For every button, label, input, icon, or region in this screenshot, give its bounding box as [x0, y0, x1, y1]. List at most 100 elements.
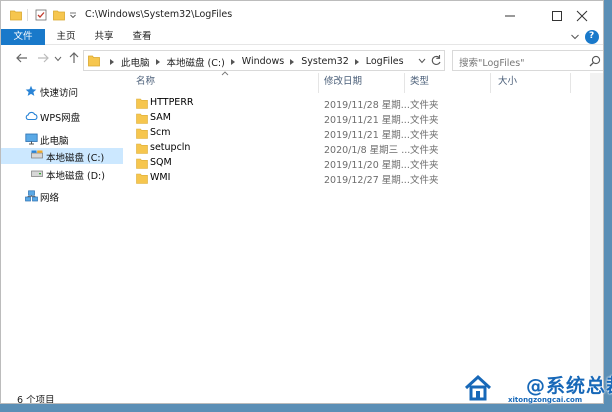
- table-row[interactable]: HTTPERR 2019/11/28 星期... 文件夹: [124, 96, 590, 111]
- file-type: 文件夹: [410, 160, 439, 171]
- file-type: 文件夹: [410, 175, 439, 186]
- sidebar-item-wps-cloud[interactable]: WPS网盘: [1, 108, 123, 124]
- folder-icon: [136, 158, 148, 169]
- navigation-pane: 快速访问 WPS网盘 此电脑 本地磁盘 (C:) 本地磁盘 (D:) 网络: [1, 73, 123, 389]
- folder-icon[interactable]: [10, 9, 22, 21]
- table-row[interactable]: Scm 2019/11/21 星期... 文件夹: [124, 126, 590, 141]
- watermark-text: @系统总裁: [526, 375, 612, 397]
- breadcrumb-item[interactable]: 本地磁盘 (C:): [167, 55, 225, 69]
- tab-home[interactable]: 主页: [51, 29, 81, 45]
- search-box[interactable]: 搜索"LogFiles": [452, 50, 603, 71]
- chevron-right-icon[interactable]: [230, 58, 235, 65]
- tab-share[interactable]: 共享: [89, 29, 119, 45]
- properties-icon[interactable]: [35, 9, 47, 21]
- column-header-size[interactable]: 大小: [498, 73, 517, 91]
- sidebar-item-quick-access[interactable]: 快速访问: [1, 83, 123, 99]
- breadcrumb-item[interactable]: 此电脑: [121, 55, 150, 69]
- logo-icon: [464, 374, 492, 401]
- watermark-url: xitongzongcai.com: [508, 396, 583, 404]
- chevron-right-icon[interactable]: [155, 58, 160, 65]
- sidebar-item-label: 快速访问: [40, 88, 79, 99]
- column-divider[interactable]: [318, 73, 319, 93]
- up-icon[interactable]: [67, 51, 81, 65]
- item-count: 6 个项目: [17, 395, 55, 404]
- breadcrumb-item[interactable]: System32: [301, 56, 349, 67]
- column-divider[interactable]: [570, 73, 571, 93]
- column-header-date[interactable]: 修改日期: [324, 73, 362, 91]
- file-list: 名称 修改日期 类型 大小 HTTPERR 2019/11/28 星期... 文…: [124, 71, 590, 389]
- navigation-bar: 此电脑 本地磁盘 (C:) Windows System32 LogFiles …: [1, 46, 603, 72]
- network-icon: [25, 190, 38, 202]
- new-folder-icon[interactable]: [53, 9, 65, 21]
- folder-icon: [88, 55, 100, 67]
- customize-toolbar-icon[interactable]: [69, 12, 77, 18]
- column-divider[interactable]: [490, 73, 491, 93]
- file-date: 2020/1/8 星期三 ...: [324, 145, 411, 156]
- file-name: WMI: [150, 172, 171, 183]
- explorer-window: C:\Windows\System32\LogFiles 文件 主页 共享 查看…: [0, 0, 604, 404]
- recent-locations-icon[interactable]: [54, 56, 62, 62]
- search-icon[interactable]: [589, 55, 601, 67]
- forward-icon[interactable]: [36, 51, 50, 65]
- close-button[interactable]: [559, 1, 603, 31]
- file-name: Scm: [150, 127, 171, 138]
- folder-icon: [136, 98, 148, 109]
- chevron-right-icon[interactable]: [290, 58, 295, 65]
- file-date: 2019/11/21 星期...: [324, 115, 410, 126]
- sidebar-item-label: WPS网盘: [40, 113, 81, 124]
- file-type: 文件夹: [410, 115, 439, 126]
- star-icon: [25, 85, 37, 96]
- table-row[interactable]: SAM 2019/11/21 星期... 文件夹: [124, 111, 590, 126]
- sidebar-item-drive-d[interactable]: 本地磁盘 (D:): [1, 166, 123, 182]
- table-row[interactable]: WMI 2019/12/27 星期... 文件夹: [124, 171, 590, 186]
- table-row[interactable]: SQM 2019/11/20 星期... 文件夹: [124, 156, 590, 171]
- ribbon-tabs: 文件 主页 共享 查看 ?: [1, 29, 603, 45]
- file-name: HTTPERR: [150, 97, 194, 108]
- sidebar-item-drive-c[interactable]: 本地磁盘 (C:): [1, 148, 123, 164]
- sidebar-item-label: 本地磁盘 (C:): [46, 153, 105, 164]
- tab-file[interactable]: 文件: [1, 29, 45, 45]
- expand-ribbon-icon[interactable]: [570, 33, 580, 41]
- cloud-icon: [25, 111, 38, 121]
- file-name: SAM: [150, 112, 171, 123]
- refresh-icon[interactable]: [430, 54, 442, 67]
- chevron-right-icon: [110, 58, 114, 65]
- chevron-right-icon[interactable]: [354, 58, 359, 65]
- breadcrumb-item[interactable]: Windows: [242, 56, 284, 67]
- back-icon[interactable]: [15, 51, 29, 65]
- drive-icon: [31, 150, 43, 159]
- file-type: 文件夹: [410, 100, 439, 111]
- file-type: 文件夹: [410, 130, 439, 141]
- sidebar-item-label: 本地磁盘 (D:): [46, 171, 105, 182]
- tab-view[interactable]: 查看: [127, 29, 157, 45]
- folder-icon: [136, 113, 148, 124]
- sidebar-item-network[interactable]: 网络: [1, 188, 123, 204]
- file-name: setupcln: [150, 142, 191, 153]
- address-bar[interactable]: 此电脑 本地磁盘 (C:) Windows System32 LogFiles: [83, 50, 445, 71]
- column-header-name[interactable]: 名称: [136, 73, 155, 91]
- computer-icon: [25, 133, 38, 145]
- sidebar-item-label: 此电脑: [40, 136, 69, 147]
- sort-ascending-icon: [221, 71, 229, 76]
- watermark: 头条 @系统总裁 xitongzongcai.com: [458, 368, 612, 412]
- minimize-button[interactable]: [487, 1, 533, 31]
- help-button[interactable]: ?: [585, 30, 599, 44]
- file-name: SQM: [150, 157, 172, 168]
- column-divider[interactable]: [404, 73, 405, 93]
- folder-icon: [136, 173, 148, 184]
- sidebar-item-this-pc[interactable]: 此电脑: [1, 131, 123, 147]
- help-icon: ?: [589, 31, 595, 41]
- chevron-down-icon[interactable]: [418, 58, 426, 64]
- breadcrumb-item[interactable]: LogFiles: [366, 56, 404, 67]
- file-type: 文件夹: [410, 145, 439, 156]
- close-icon: [576, 10, 588, 22]
- folder-icon: [136, 143, 148, 154]
- file-date: 2019/11/28 星期...: [324, 100, 410, 111]
- vertical-scrollbar[interactable]: [590, 73, 603, 389]
- file-date: 2019/11/20 星期...: [324, 160, 410, 171]
- column-header-type[interactable]: 类型: [410, 73, 429, 91]
- watermark-prefix: 头条: [502, 380, 527, 394]
- window-title: C:\Windows\System32\LogFiles: [85, 9, 233, 20]
- search-input[interactable]: 搜索"LogFiles": [459, 55, 525, 69]
- table-row[interactable]: setupcln 2020/1/8 星期三 ... 文件夹: [124, 141, 590, 156]
